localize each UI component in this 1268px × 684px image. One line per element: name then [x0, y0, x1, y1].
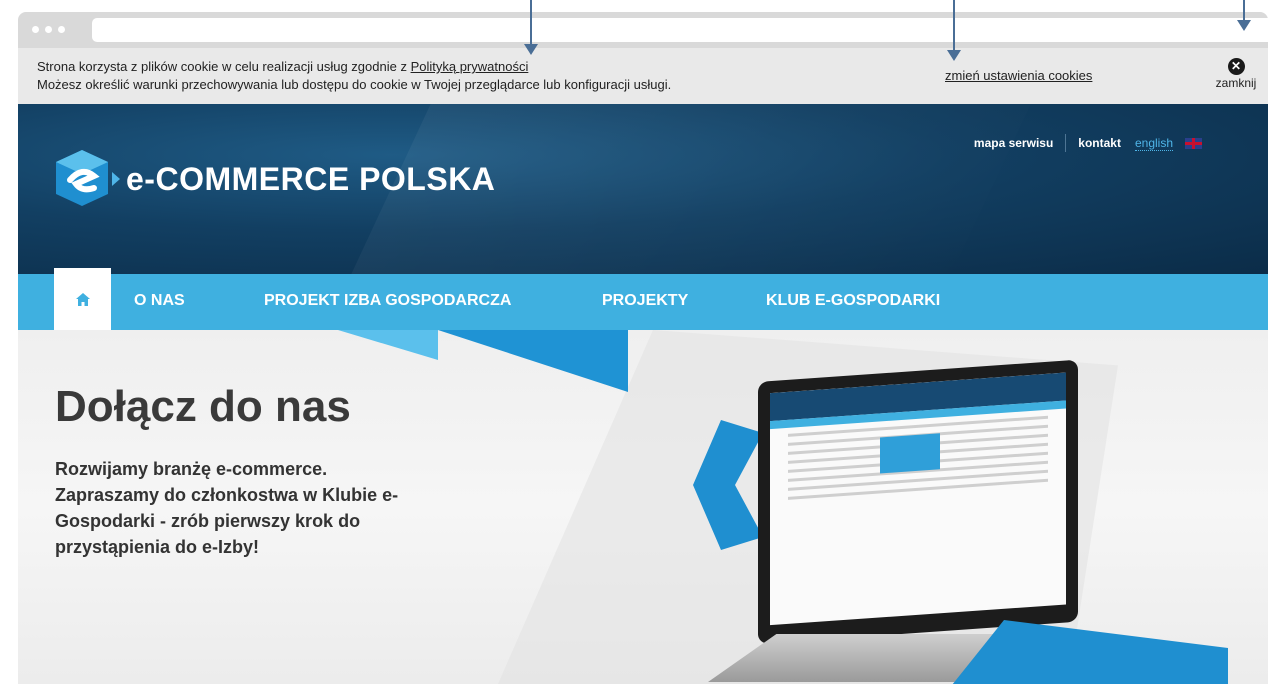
cookie-line-2: Możesz określić warunki przechowywania l… — [37, 77, 672, 92]
nav-item-klub[interactable]: KLUB E-GOSPODARKI — [766, 292, 940, 310]
site-logo[interactable]: e-COMMERCE POLSKA — [52, 144, 495, 214]
divider — [1065, 134, 1067, 152]
laptop-screen — [758, 359, 1078, 644]
window-dot[interactable] — [32, 26, 39, 33]
annotation-arrow — [947, 0, 961, 61]
nav-item-projekt-izba[interactable]: PROJEKT IZBA GOSPODARCZA — [264, 292, 511, 310]
browser-window-bar — [18, 12, 1268, 48]
sitemap-link[interactable]: mapa serwisu — [974, 136, 1053, 150]
hero-section: Dołącz do nas Rozwijamy branżę e-commerc… — [18, 330, 1268, 684]
contact-link[interactable]: kontakt — [1078, 136, 1121, 150]
close-icon[interactable]: ✕ — [1227, 58, 1245, 75]
top-links: mapa serwisu kontakt english — [974, 134, 1202, 152]
privacy-policy-link[interactable]: Polityką prywatności — [411, 59, 529, 74]
main-navigation: O NAS PROJEKT IZBA GOSPODARCZA PROJEKTY … — [18, 268, 1268, 330]
nav-item-o-nas[interactable]: O NAS — [134, 292, 185, 310]
hero-title: Dołącz do nas — [55, 382, 351, 431]
nav-item-projekty[interactable]: PROJEKTY — [602, 292, 688, 310]
english-link[interactable]: english — [1134, 136, 1173, 151]
cookie-close-button[interactable]: ✕ zamknij — [1206, 58, 1266, 90]
decorative-shard — [438, 330, 628, 392]
site-header: e-COMMERCE POLSKA mapa serwisu kontakt e… — [18, 104, 1268, 274]
mini-line — [788, 478, 1048, 500]
mini-graphic — [880, 433, 940, 474]
window-dot[interactable] — [58, 26, 65, 33]
logo-icon — [52, 144, 122, 214]
cookie-line-1: Strona korzysta z plików cookie w celu r… — [37, 59, 411, 74]
laptop-display — [770, 372, 1066, 626]
home-tab[interactable] — [54, 268, 111, 330]
close-label[interactable]: zamknij — [1206, 76, 1266, 90]
cookie-settings-link[interactable]: zmień ustawienia cookies — [945, 68, 1092, 83]
annotation-arrow — [524, 0, 538, 55]
home-icon[interactable] — [75, 292, 90, 306]
annotation-arrow — [1237, 0, 1251, 31]
hero-description: Rozwijamy branżę e-commerce. Zapraszamy … — [55, 459, 399, 557]
cookie-message: Strona korzysta z plików cookie w celu r… — [37, 58, 671, 94]
brand-name: e-COMMERCE POLSKA — [126, 160, 496, 197]
cookie-bar: Strona korzysta z plików cookie w celu r… — [18, 48, 1268, 104]
uk-flag-icon[interactable] — [1185, 137, 1202, 149]
window-dot[interactable] — [45, 26, 52, 33]
window-controls — [32, 26, 65, 33]
address-bar[interactable] — [92, 18, 1268, 42]
decorative-shard — [338, 330, 438, 360]
